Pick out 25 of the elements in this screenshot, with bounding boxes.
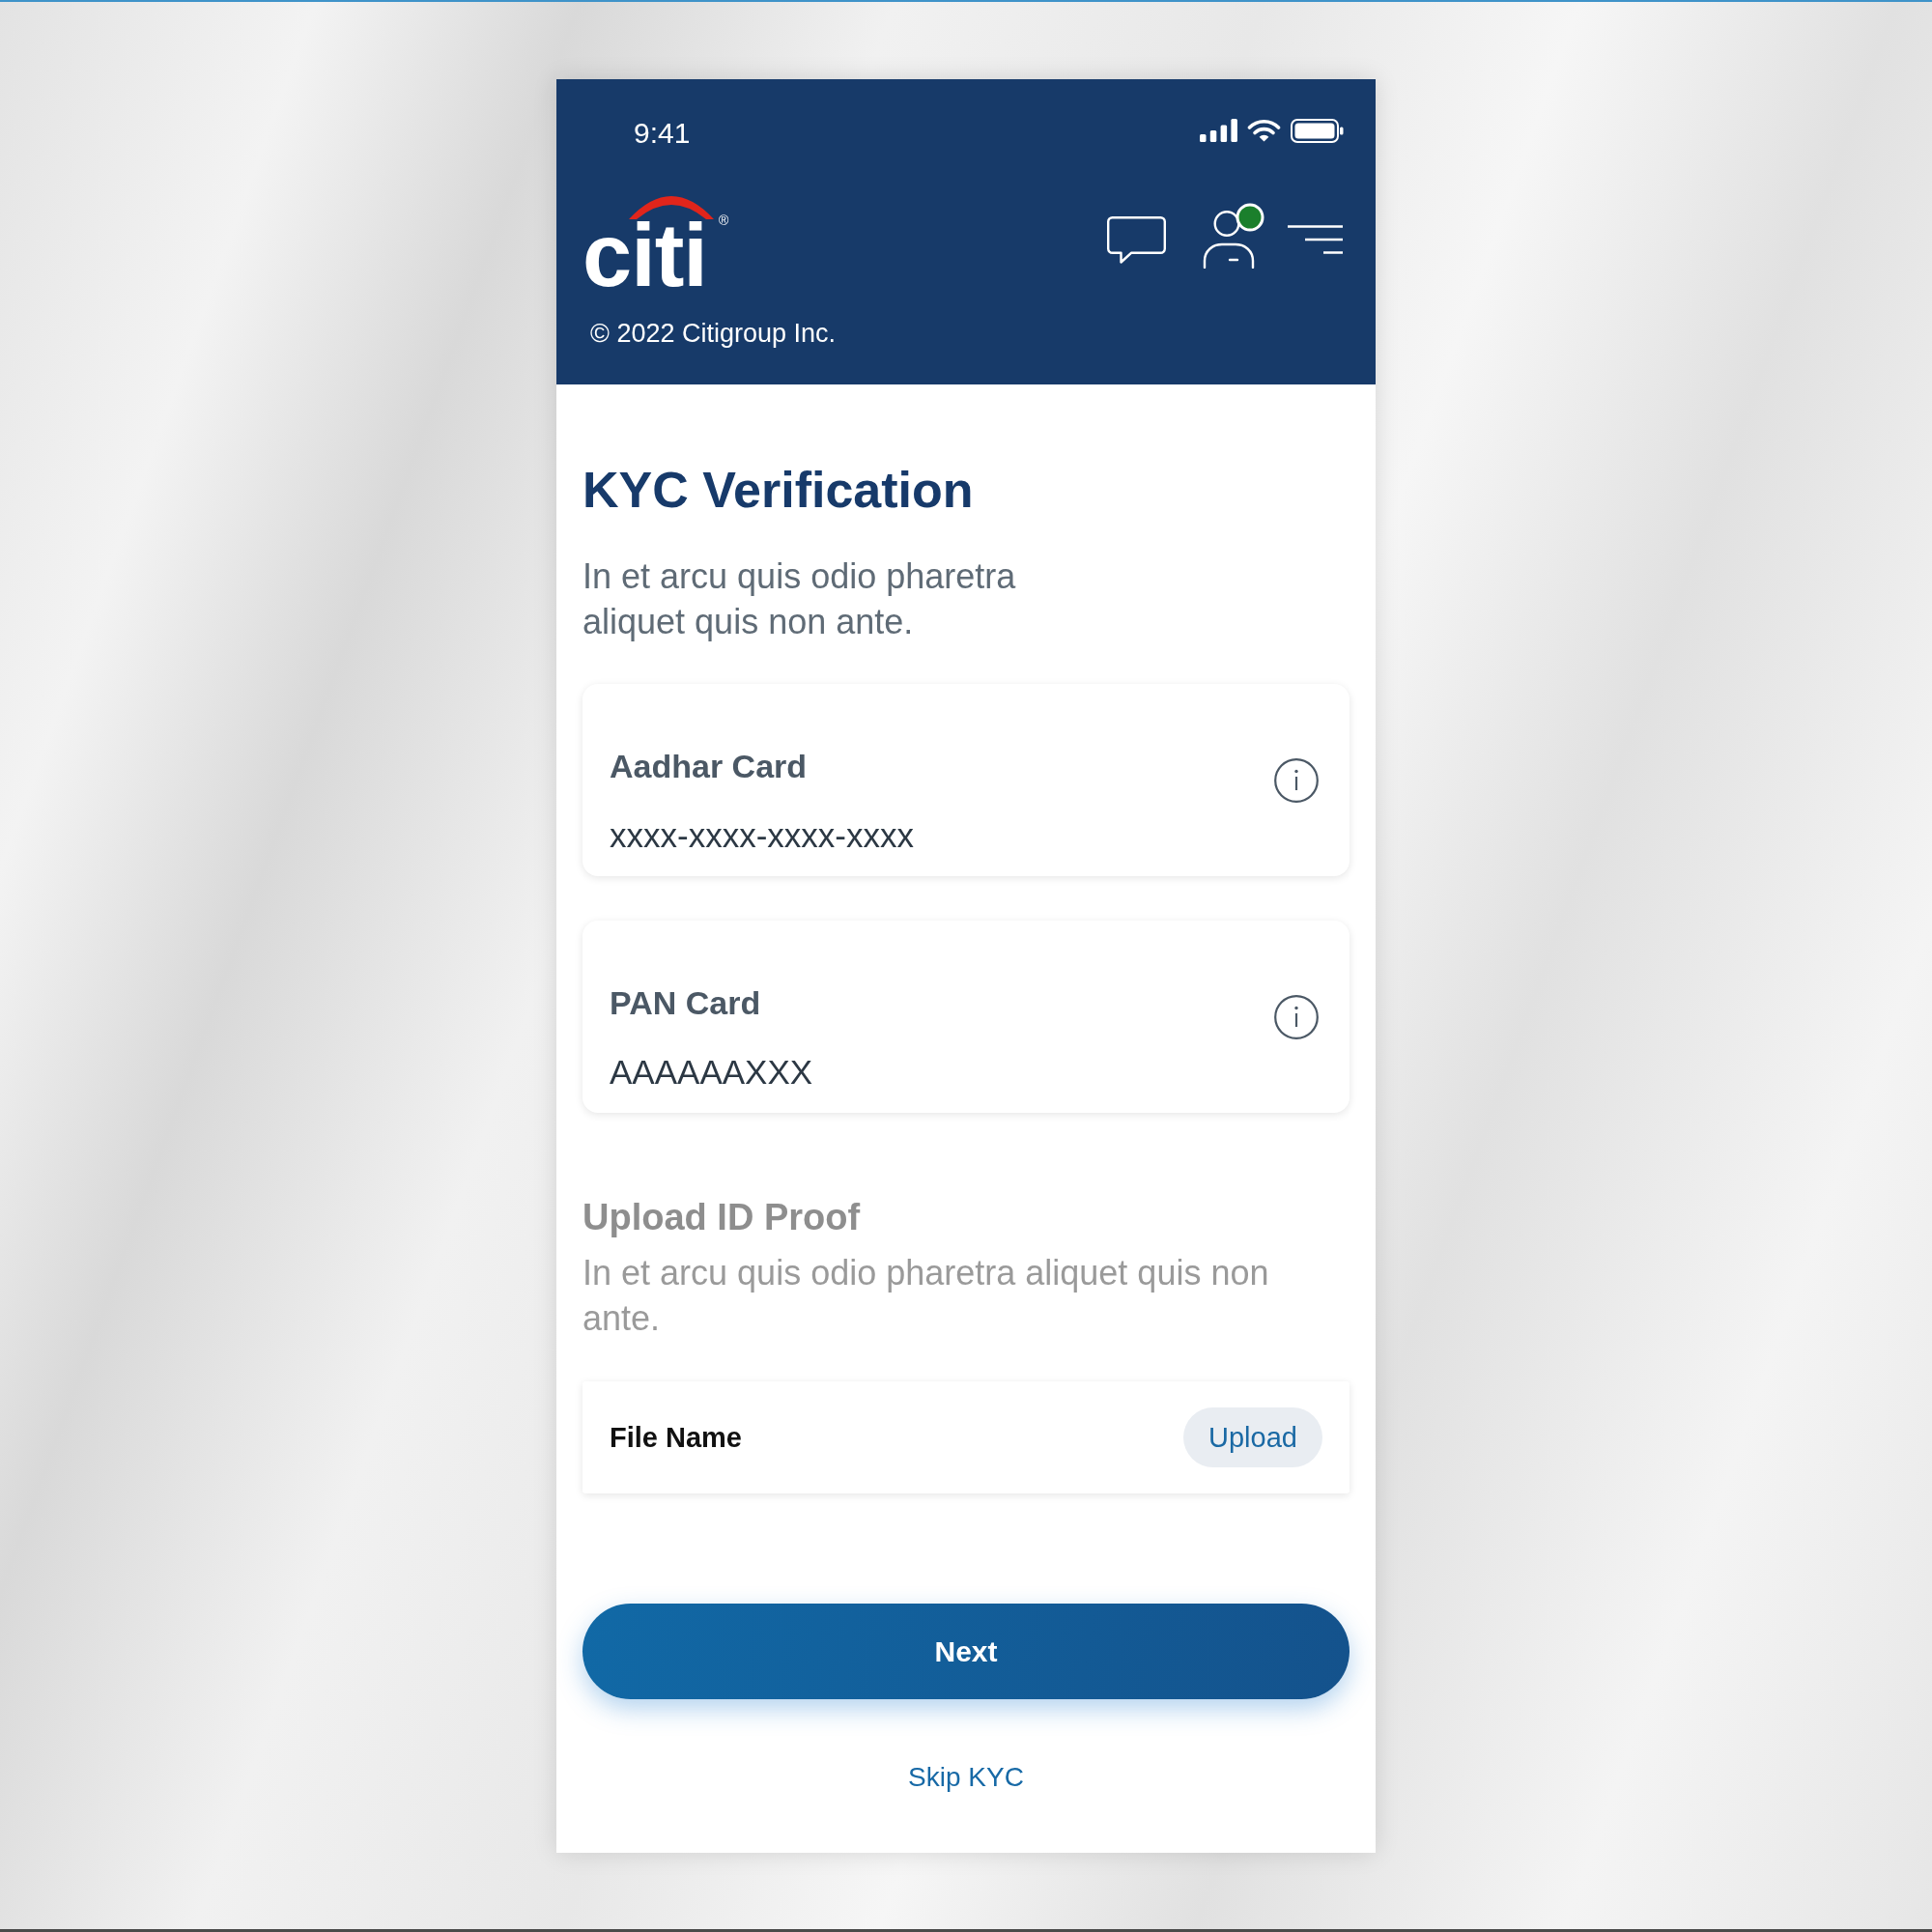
description-text: In et arcu quis odio pharetra aliquet quis non ante. <box>582 555 1017 643</box>
copyright-text: © 2022 Citigroup Inc. <box>589 318 838 349</box>
chat-icon[interactable] <box>1107 216 1166 264</box>
registered-mark: ® <box>719 213 729 228</box>
wifi-icon <box>1247 119 1281 142</box>
menu-icon[interactable] <box>1288 225 1343 254</box>
signal-icon <box>1200 119 1237 142</box>
upload-button[interactable]: Upload <box>1183 1407 1322 1467</box>
field-label: Aadhar Card <box>610 747 808 785</box>
field-label: PAN Card <box>610 983 761 1022</box>
next-button[interactable]: Next <box>582 1604 1350 1699</box>
info-icon[interactable] <box>1274 994 1319 1039</box>
input-field[interactable]: AAAAAAXXX <box>610 1053 1189 1092</box>
battery-icon <box>1291 118 1344 143</box>
description-text: In et arcu quis odio pharetra aliquet quis non ante. <box>582 1252 1270 1340</box>
file-name-label: File Name <box>610 1421 742 1454</box>
logo-text: citi <box>582 220 707 291</box>
page-title: KYC Verification <box>582 461 975 519</box>
info-icon[interactable] <box>1274 757 1319 803</box>
profile-icon[interactable] <box>1203 211 1257 269</box>
input-field[interactable]: xxxx-xxxx-xxxx-xxxx <box>610 816 1189 855</box>
skip-link[interactable]: Skip KYC <box>908 1761 1024 1794</box>
section-title: Upload ID Proof <box>582 1196 862 1239</box>
status-time: 9:41 <box>634 116 691 151</box>
logo-arc-icon <box>629 196 714 219</box>
